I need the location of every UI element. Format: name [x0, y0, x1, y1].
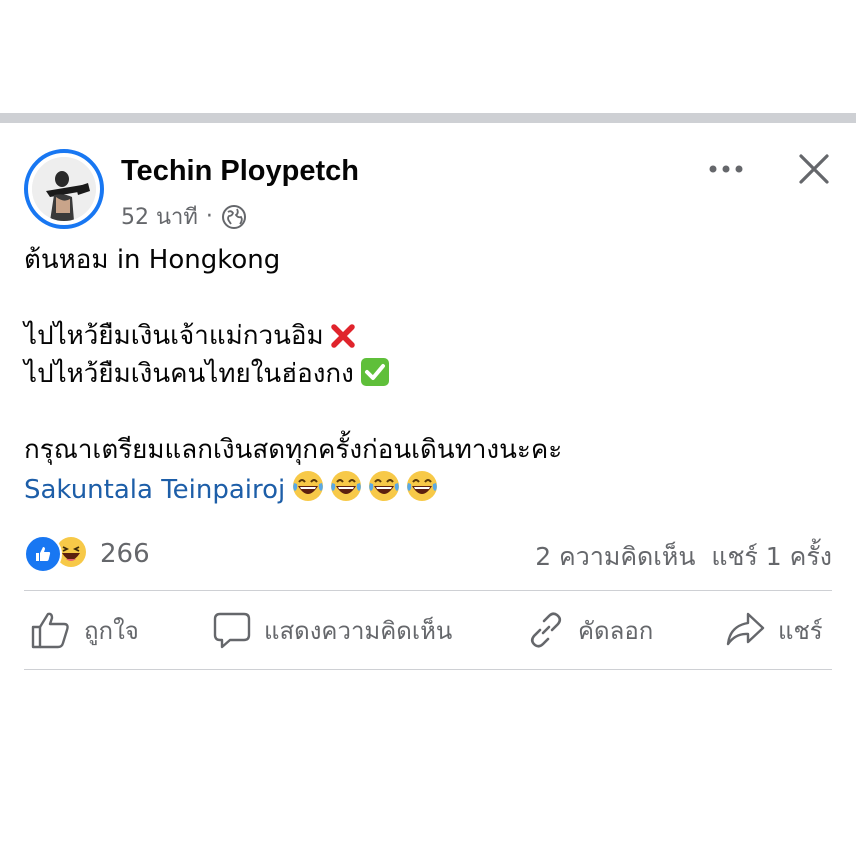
- action-bar: ถูกใจ แสดงความคิดเห็น คัดลอก แชร์: [24, 591, 832, 669]
- post-line-2-text: ไปไหว้ยืมเงินเจ้าแม่กวนอิม: [24, 321, 324, 351]
- laughing-tears-emoji-icon: [367, 469, 401, 514]
- post-line-3: ไปไหว้ยืมเงินคนไทยในฮ่องกง: [24, 355, 832, 393]
- share-count-link[interactable]: แชร์ 1 ครั้ง: [711, 542, 832, 571]
- like-reaction-icon: [24, 535, 62, 573]
- laughing-tears-emoji-icon: [291, 469, 325, 514]
- close-button[interactable]: [792, 147, 836, 191]
- post-card: Techin Ploypetch 52 นาที · ต้นหอม in Hon…: [0, 123, 856, 856]
- laughing-tears-emoji-icon: [329, 469, 363, 514]
- comment-count-link[interactable]: 2 ความคิดเห็น: [535, 542, 695, 571]
- close-icon: [799, 154, 829, 184]
- post-meta: 52 นาที ·: [121, 199, 247, 234]
- thumbs-up-icon: [31, 612, 69, 649]
- laughing-tears-emoji-icon: [405, 469, 439, 514]
- post-body: ต้นหอม in Hongkong ไปไหว้ยืมเงินเจ้าแม่ก…: [24, 241, 832, 507]
- post-line-5: Sakuntala Teinpairoj: [24, 469, 832, 507]
- laugh-emojis: [285, 471, 439, 505]
- check-mark-icon: [360, 357, 390, 398]
- comment-icon: [213, 612, 251, 649]
- divider: [24, 669, 832, 670]
- avatar-photo: [32, 157, 96, 221]
- reaction-count: 266: [100, 539, 150, 569]
- reactions-summary[interactable]: 266: [24, 535, 150, 573]
- post-line-1: ต้นหอม in Hongkong: [24, 245, 281, 275]
- top-separator-bar: [0, 113, 856, 123]
- share-button[interactable]: แชร์: [724, 591, 823, 669]
- copy-label: คัดลอก: [578, 616, 654, 645]
- mention-link[interactable]: Sakuntala Teinpairoj: [24, 475, 285, 505]
- share-label: แชร์: [778, 616, 823, 645]
- post-line-4: กรุณาเตรียมแลกเงินสดทุกครั้งก่อนเดินทางน…: [24, 435, 563, 465]
- comment-button[interactable]: แสดงความคิดเห็น: [212, 591, 452, 669]
- post-line-2: ไปไหว้ยืมเงินเจ้าแม่กวนอิม: [24, 317, 832, 355]
- avatar[interactable]: [24, 149, 104, 229]
- like-label: ถูกใจ: [84, 616, 139, 645]
- stats-right: 2 ความคิดเห็น แชร์ 1 ครั้ง: [535, 537, 832, 577]
- post-line-3-text: ไปไหว้ยืมเงินคนไทยในฮ่องกง: [24, 359, 354, 389]
- post-time[interactable]: 52 นาที: [121, 199, 198, 234]
- author-name[interactable]: Techin Ploypetch: [121, 155, 359, 188]
- link-icon: [530, 612, 562, 648]
- stats-row: 266 2 ความคิดเห็น แชร์ 1 ครั้ง: [24, 533, 832, 573]
- meta-separator: ·: [205, 204, 213, 229]
- more-options-button[interactable]: [704, 151, 748, 187]
- comment-label: แสดงความคิดเห็น: [264, 616, 453, 645]
- globe-icon[interactable]: [221, 204, 247, 230]
- more-dots-icon: [709, 165, 743, 173]
- share-arrow-icon: [726, 612, 765, 646]
- copy-link-button[interactable]: คัดลอก: [526, 591, 653, 669]
- like-button[interactable]: ถูกใจ: [30, 591, 139, 669]
